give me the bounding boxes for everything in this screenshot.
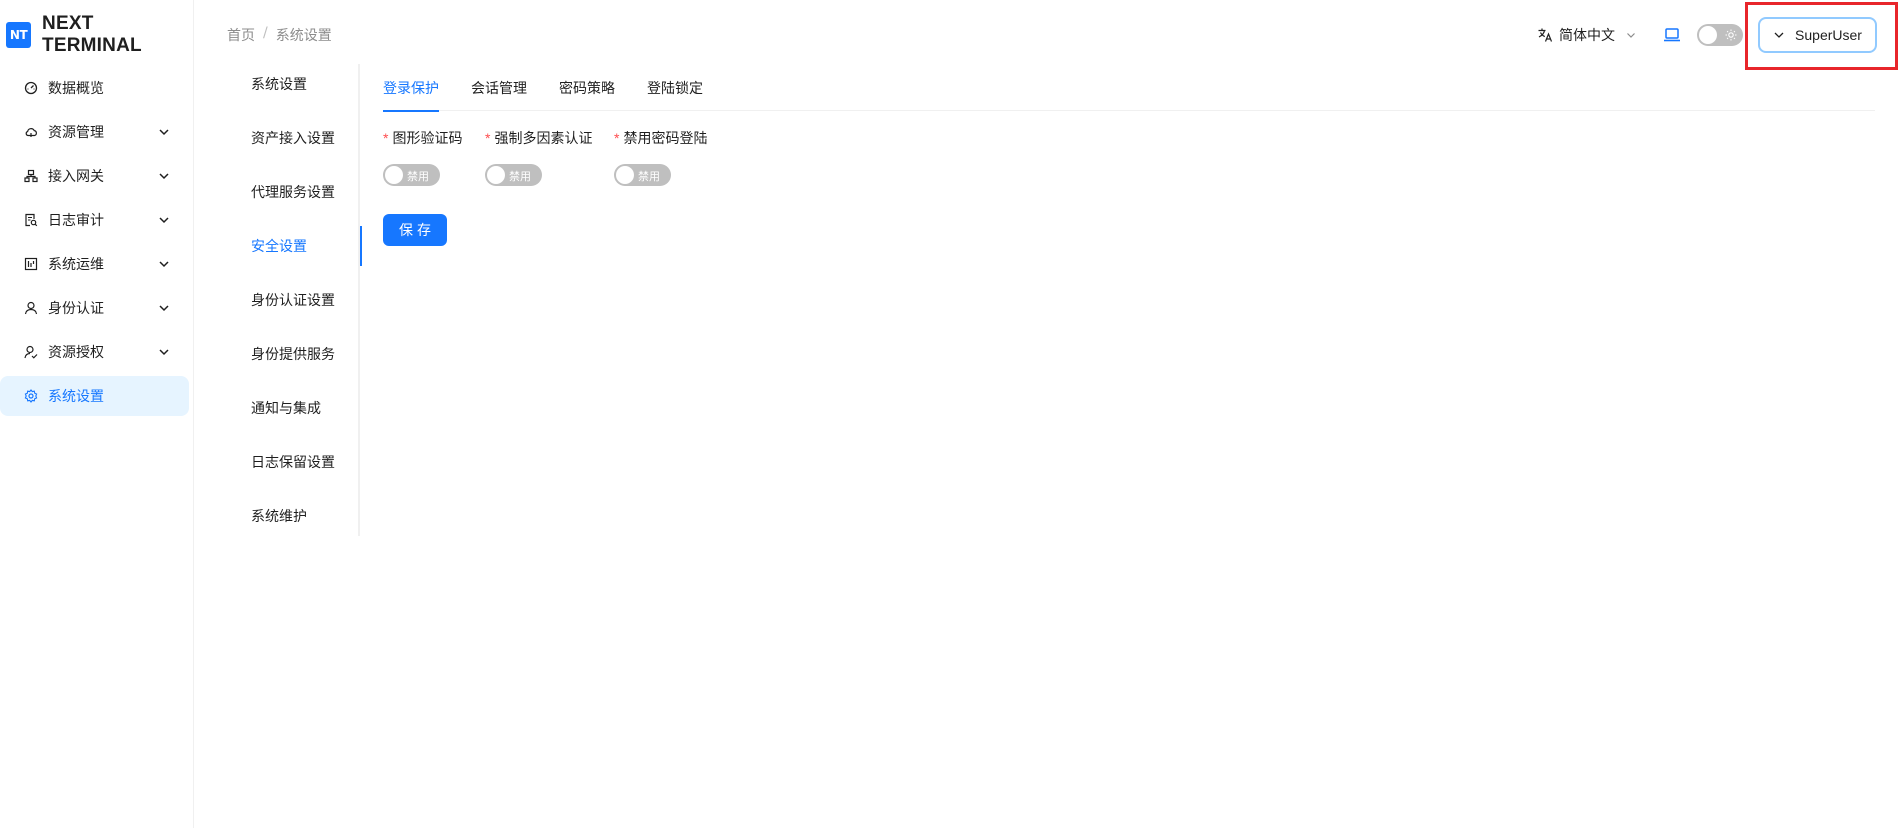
app-root: NT NEXT TERMINAL 数据概览 资源管理 接入网关 日志审计 系统运…: [0, 0, 1899, 828]
user-check-icon: [24, 345, 38, 359]
chevron-down-icon: [1627, 33, 1635, 38]
sidebar-item-label: 数据概览: [48, 81, 104, 97]
security-tabs: 登录保护 会话管理 密码策略 登陆锁定: [383, 64, 1875, 112]
sidebar-item-label: 日志审计: [48, 213, 104, 229]
tab-login-protection[interactable]: 登录保护: [383, 64, 439, 112]
captcha-switch[interactable]: 禁用: [383, 164, 440, 186]
submenu-item-log-retention[interactable]: 日志保留设置: [232, 442, 360, 482]
submenu-item-asset-access[interactable]: 资产接入设置: [232, 118, 360, 158]
field-label-mfa: * 强制多因素认证: [485, 128, 592, 148]
cloud-icon: [24, 125, 38, 139]
sidebar-item-resource-management[interactable]: 资源管理: [0, 112, 189, 152]
submenu-item-identity-provider[interactable]: 身份提供服务: [232, 334, 360, 374]
sidebar: NT NEXT TERMINAL 数据概览 资源管理 接入网关 日志审计 系统运…: [0, 0, 194, 828]
switch-knob: [385, 166, 403, 184]
submenu-item-maintenance[interactable]: 系统维护: [232, 496, 360, 536]
breadcrumb-home[interactable]: 首页: [227, 25, 255, 45]
sun-icon: [1725, 29, 1737, 41]
brand[interactable]: NT NEXT TERMINAL: [6, 13, 193, 56]
chevron-down-icon: [159, 217, 169, 224]
network-icon: [24, 169, 38, 183]
audit-icon: [24, 213, 38, 227]
dashboard-icon: [24, 81, 38, 95]
switch-knob: [487, 166, 505, 184]
required-mark: *: [485, 130, 491, 146]
tab-password-policy[interactable]: 密码策略: [559, 64, 615, 111]
sidebar-item-label: 资源授权: [48, 345, 104, 361]
field-label-text: 图形验证码: [392, 131, 463, 147]
user-menu-button[interactable]: SuperUser: [1758, 17, 1877, 53]
save-button[interactable]: 保存: [383, 214, 447, 246]
sidebar-item-label: 系统运维: [48, 257, 104, 273]
switch-text: 禁用: [509, 170, 531, 183]
sidebar-item-label: 资源管理: [48, 125, 104, 141]
sidebar-item-identity[interactable]: 身份认证: [0, 288, 189, 328]
laptop-icon[interactable]: [1662, 25, 1682, 45]
tab-login-lock[interactable]: 登陆锁定: [647, 64, 703, 111]
sidebar-item-authorization[interactable]: 资源授权: [0, 332, 189, 372]
field-label-disable-password: * 禁用密码登陆: [614, 128, 707, 148]
brand-name: NEXT TERMINAL: [42, 13, 142, 56]
translate-icon: [1538, 28, 1553, 42]
sidebar-nav: 数据概览 资源管理 接入网关 日志审计 系统运维 身份认证 资源授权 系统设置: [0, 68, 194, 420]
breadcrumb: 首页 / 系统设置: [227, 25, 332, 45]
username: SuperUser: [1795, 27, 1862, 43]
mfa-switch[interactable]: 禁用: [485, 164, 542, 186]
theme-toggle[interactable]: [1697, 24, 1743, 46]
toggle-knob: [1699, 26, 1717, 44]
tab-session-management[interactable]: 会话管理: [471, 64, 527, 111]
submenu-item-notification[interactable]: 通知与集成: [232, 388, 360, 428]
switch-text: 禁用: [407, 170, 429, 183]
field-label-text: 禁用密码登陆: [623, 131, 708, 147]
language-label: 简体中文: [1559, 28, 1615, 44]
language-selector[interactable]: 简体中文: [1537, 24, 1637, 46]
chevron-down-icon: [159, 261, 169, 268]
field-label-captcha: * 图形验证码: [383, 128, 462, 148]
breadcrumb-separator: /: [263, 25, 268, 41]
submenu-item-security[interactable]: 安全设置: [232, 226, 362, 266]
submenu-item-identity-auth[interactable]: 身份认证设置: [232, 280, 360, 320]
sidebar-item-dashboard[interactable]: 数据概览: [0, 68, 189, 108]
chevron-down-icon: [159, 305, 169, 312]
required-mark: *: [614, 130, 620, 146]
sidebar-item-label: 身份认证: [48, 301, 104, 317]
breadcrumb-current: 系统设置: [275, 28, 332, 44]
sidebar-item-label: 系统设置: [48, 389, 104, 405]
chevron-down-icon: [159, 173, 169, 180]
chevron-down-icon: [1774, 32, 1784, 38]
sidebar-item-log-audit[interactable]: 日志审计: [0, 200, 189, 240]
settings-submenu: 系统设置 资产接入设置 代理服务设置 安全设置 身份认证设置 身份提供服务 通知…: [232, 64, 362, 536]
switch-text: 禁用: [638, 170, 660, 183]
chevron-down-icon: [159, 349, 169, 356]
switch-knob: [616, 166, 634, 184]
sidebar-item-system-ops[interactable]: 系统运维: [0, 244, 189, 284]
sidebar-item-gateway[interactable]: 接入网关: [0, 156, 189, 196]
gear-icon: [24, 389, 38, 403]
ops-icon: [24, 257, 38, 271]
sidebar-item-system-settings[interactable]: 系统设置: [0, 376, 189, 416]
user-icon: [24, 301, 38, 315]
submenu-item-system[interactable]: 系统设置: [232, 64, 360, 104]
submenu-item-proxy[interactable]: 代理服务设置: [232, 172, 360, 212]
brand-logo: NT: [6, 22, 32, 48]
chevron-down-icon: [159, 129, 169, 136]
sidebar-item-label: 接入网关: [48, 169, 104, 185]
required-mark: *: [383, 130, 389, 146]
disable-password-switch[interactable]: 禁用: [614, 164, 671, 186]
field-label-text: 强制多因素认证: [494, 131, 593, 147]
